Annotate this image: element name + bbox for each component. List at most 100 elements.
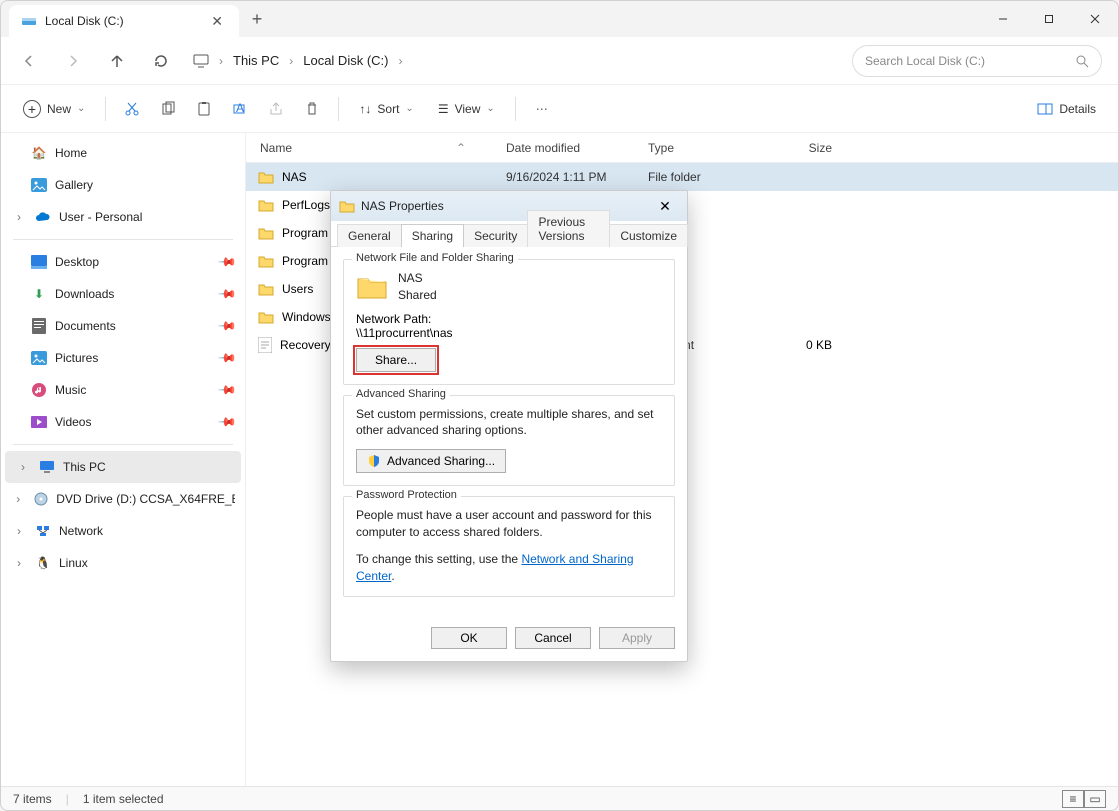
group-title: Password Protection (352, 489, 461, 501)
dialog-tab-security[interactable]: Security (463, 224, 528, 247)
dialog-close-button[interactable]: ✕ (651, 195, 679, 217)
dialog-tab-sharing[interactable]: Sharing (401, 224, 464, 247)
pin-icon: 📌 (217, 252, 237, 272)
sidebar-documents[interactable]: Documents📌 (1, 310, 245, 342)
svg-text:A: A (236, 101, 244, 115)
cut-icon[interactable] (116, 101, 148, 117)
tab-close-icon[interactable]: ✕ (207, 13, 227, 30)
view-button[interactable]: ☰View⌄ (428, 93, 505, 125)
paste-icon[interactable] (188, 101, 220, 117)
details-button[interactable]: Details (1027, 93, 1106, 125)
file-name: NAS (282, 170, 307, 184)
minimize-button[interactable] (980, 1, 1026, 37)
cancel-button[interactable]: Cancel (515, 627, 591, 649)
column-headers[interactable]: Name ⌃ Date modified Type Size (246, 133, 1118, 163)
dialog-tab-general[interactable]: General (337, 224, 402, 247)
drive-icon (21, 13, 37, 29)
advanced-sharing-button[interactable]: Advanced Sharing... (356, 449, 506, 473)
new-button[interactable]: +New⌄ (13, 93, 95, 125)
folder-icon (356, 273, 388, 301)
folder-icon (258, 282, 274, 296)
downloads-icon: ⬇ (31, 286, 47, 302)
back-button[interactable] (9, 41, 49, 81)
dialog-tab-customize[interactable]: Customize (609, 224, 688, 247)
sidebar-dvd[interactable]: ›DVD Drive (D:) CCSA_X64FRE_EN- (1, 483, 245, 515)
nav-row: › This PC › Local Disk (C:) › Search Loc… (1, 37, 1118, 85)
col-type[interactable]: Type (648, 141, 768, 155)
chevron-down-icon: ⌄ (77, 103, 85, 114)
password-text: People must have a user account and pass… (356, 507, 662, 541)
file-type: File folder (648, 170, 768, 184)
item-count: 7 items (13, 792, 52, 806)
sidebar-linux[interactable]: ›🐧Linux (1, 547, 245, 579)
more-icon[interactable]: ⋯ (526, 102, 558, 116)
breadcrumb-drive[interactable]: Local Disk (C:) (303, 53, 388, 68)
home-icon: 🏠 (31, 145, 47, 161)
chevron-down-icon: ⌄ (405, 103, 413, 114)
file-icon (258, 337, 272, 353)
desktop-icon (31, 254, 47, 270)
ok-button[interactable]: OK (431, 627, 507, 649)
sidebar-pictures[interactable]: Pictures📌 (1, 342, 245, 374)
file-name: PerfLogs (282, 198, 330, 212)
pc-icon (39, 459, 55, 475)
file-row[interactable]: NAS 9/16/2024 1:11 PMFile folder (246, 163, 1118, 191)
maximize-button[interactable] (1026, 1, 1072, 37)
shield-icon (367, 454, 381, 468)
titlebar: Local Disk (C:) ✕ + (1, 1, 1118, 37)
sidebar-thispc[interactable]: ›This PC (5, 451, 241, 483)
network-path-label: Network Path: (356, 312, 662, 326)
view-grid-icon[interactable]: ▭ (1084, 790, 1106, 808)
col-size[interactable]: Size (768, 141, 848, 155)
sort-asc-icon: ⌃ (456, 141, 466, 155)
file-size: 0 KB (768, 338, 848, 352)
apply-button[interactable]: Apply (599, 627, 675, 649)
new-tab-button[interactable]: + (239, 1, 275, 37)
tab-local-disk[interactable]: Local Disk (C:) ✕ (9, 5, 239, 37)
sidebar-user[interactable]: ›User - Personal (1, 201, 245, 233)
sidebar-downloads[interactable]: ⬇Downloads📌 (1, 278, 245, 310)
dialog-titlebar[interactable]: NAS Properties ✕ (331, 191, 687, 221)
delete-icon[interactable] (296, 101, 328, 117)
sidebar-home[interactable]: 🏠Home (1, 137, 245, 169)
chevron-right-icon: › (11, 210, 27, 224)
breadcrumb-thispc[interactable]: This PC (233, 53, 279, 68)
refresh-button[interactable] (141, 41, 181, 81)
sidebar-network[interactable]: ›Network (1, 515, 245, 547)
selection-count: 1 item selected (83, 792, 164, 806)
folder-icon (258, 198, 274, 212)
up-button[interactable] (97, 41, 137, 81)
pictures-icon (31, 350, 47, 366)
forward-button[interactable] (53, 41, 93, 81)
chevron-right-icon: › (11, 492, 26, 506)
search-placeholder: Search Local Disk (C:) (865, 54, 985, 68)
breadcrumb[interactable]: › This PC › Local Disk (C:) › (185, 44, 848, 78)
file-name: Users (282, 282, 313, 296)
col-name[interactable]: Name (260, 141, 292, 155)
pin-icon: 📌 (217, 284, 237, 304)
sidebar-gallery[interactable]: Gallery (1, 169, 245, 201)
group-advanced-sharing: Advanced Sharing Set custom permissions,… (343, 395, 675, 487)
details-icon (1037, 103, 1053, 115)
sidebar-desktop[interactable]: Desktop📌 (1, 246, 245, 278)
network-path-value: \\11procurrent\nas (356, 326, 662, 340)
pin-icon: 📌 (217, 316, 237, 336)
dialog-tab-previous-versions[interactable]: Previous Versions (527, 210, 610, 247)
sidebar-videos[interactable]: Videos📌 (1, 406, 245, 438)
sort-button[interactable]: ↑↓Sort⌄ (349, 93, 423, 125)
folder-icon (339, 199, 355, 213)
copy-icon[interactable] (152, 101, 184, 117)
share-name: NAS (398, 270, 437, 287)
network-icon (35, 523, 51, 539)
rename-icon[interactable]: A (224, 101, 256, 117)
file-modified: 9/16/2024 1:11 PM (506, 170, 648, 184)
close-button[interactable] (1072, 1, 1118, 37)
search-input[interactable]: Search Local Disk (C:) (852, 45, 1102, 77)
col-modified[interactable]: Date modified (506, 141, 648, 155)
share-button[interactable]: Share... (356, 348, 436, 372)
chevron-right-icon: › (11, 556, 27, 570)
share-icon-toolbar[interactable] (260, 101, 292, 117)
group-password-protection: Password Protection People must have a u… (343, 496, 675, 597)
sidebar-music[interactable]: Music📌 (1, 374, 245, 406)
view-list-icon[interactable]: ≡ (1062, 790, 1084, 808)
